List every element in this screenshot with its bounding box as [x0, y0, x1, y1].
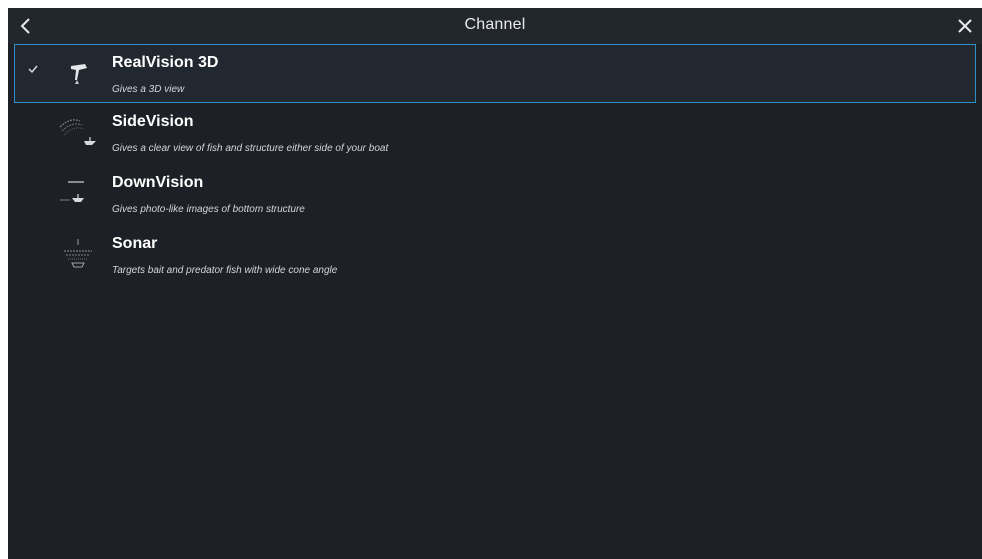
channel-list: RealVision 3D Gives a 3D view SideVision…: [8, 44, 982, 286]
channel-item-sidevision[interactable]: SideVision Gives a clear view of fish an…: [8, 103, 982, 164]
close-button[interactable]: [948, 10, 982, 42]
close-icon: [958, 19, 972, 33]
channel-description: Targets bait and predator fish with wide…: [112, 265, 338, 276]
checkmark-icon: [28, 65, 38, 74]
channel-description: Gives photo-like images of bottom struct…: [112, 204, 305, 215]
channel-description: Gives a clear view of fish and structure…: [112, 143, 389, 154]
channel-item-realvision-3d[interactable]: RealVision 3D Gives a 3D view: [14, 44, 976, 103]
sonar-icon: [64, 239, 92, 268]
channel-description: Gives a 3D view: [112, 84, 185, 95]
channel-name: SideVision: [112, 113, 194, 130]
channel-name: DownVision: [112, 174, 204, 191]
header-bar: Channel: [8, 8, 982, 44]
page-title: Channel: [464, 16, 526, 33]
realvision-3d-icon: [71, 64, 87, 84]
channel-item-sonar[interactable]: Sonar Targets bait and predator fish wit…: [8, 225, 982, 286]
sidevision-icon: [59, 119, 96, 145]
channel-item-downvision[interactable]: DownVision Gives photo-like images of bo…: [8, 164, 982, 225]
channel-name: Sonar: [112, 235, 158, 252]
channel-screen: Channel RealVision 3D Gives a 3D view Si…: [8, 8, 982, 559]
channel-name: RealVision 3D: [112, 54, 219, 71]
downvision-icon: [60, 181, 84, 202]
